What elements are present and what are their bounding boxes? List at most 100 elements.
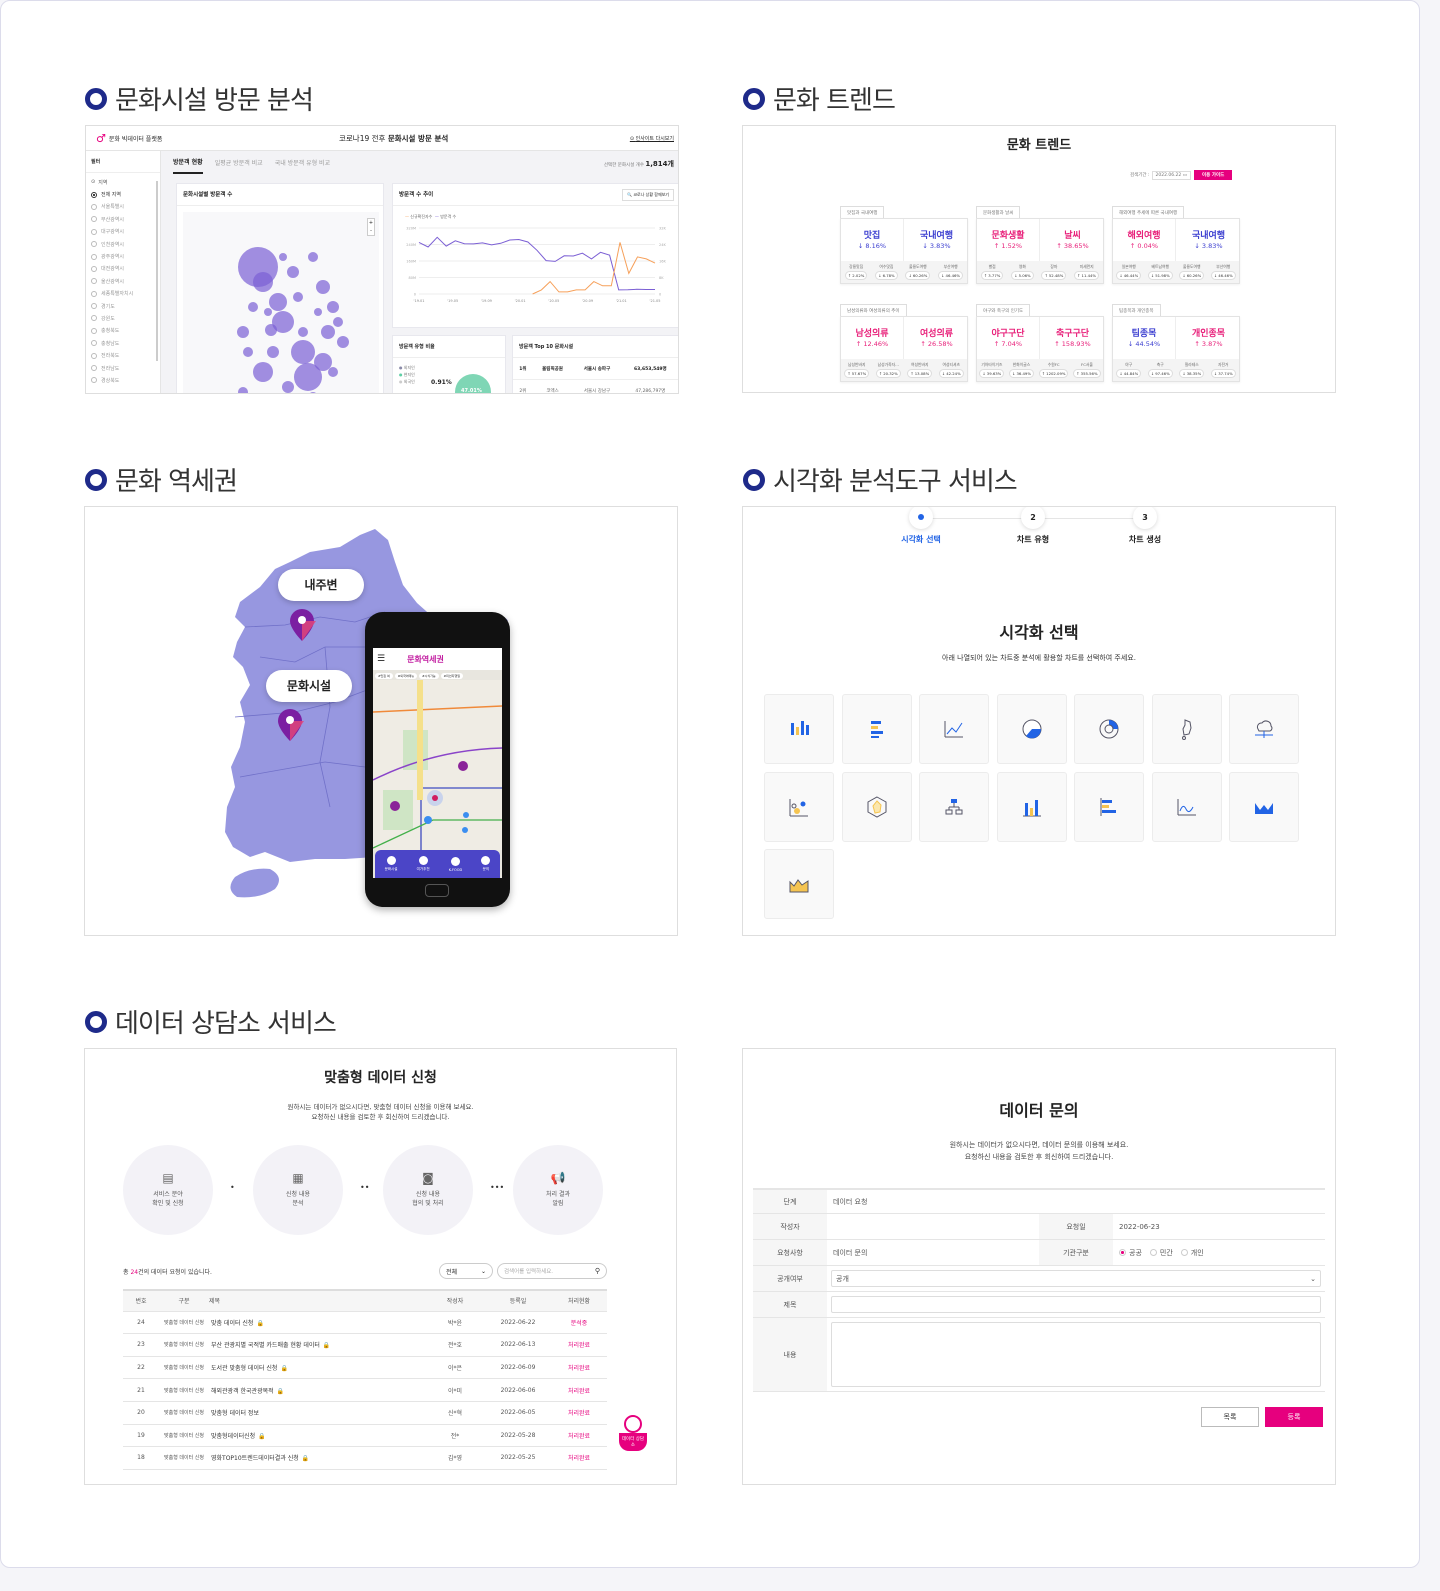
chart-type-tile-bar-horizontal-stacked[interactable]: [1074, 771, 1144, 842]
map-bubble[interactable]: [327, 301, 339, 313]
chart-type-tile-stream[interactable]: [1229, 771, 1299, 842]
region-radio-item[interactable]: 부산광역시: [86, 213, 160, 225]
platform-logo-text[interactable]: 문화 빅데이터 플랫폼: [109, 134, 163, 143]
map-bubble[interactable]: [282, 381, 294, 393]
zoom-in-button[interactable]: +: [368, 219, 374, 227]
map-bubble[interactable]: [294, 363, 322, 391]
map-bubble[interactable]: [337, 336, 349, 348]
chart-type-tile-column[interactable]: [996, 771, 1067, 842]
search-input[interactable]: 검색어를 입력하세요. ⚲: [497, 1263, 607, 1279]
chart-type-tile-tree[interactable]: [919, 771, 989, 842]
trend-card[interactable]: 해외여행 추세에 따른 국내여행 해외여행 ↑ 0.04% 국내여행 ↓ 3.83% 일본…: [1112, 206, 1240, 286]
row-title[interactable]: 영화TOP10트렌드데이터결과 신청 🔒: [209, 1453, 425, 1462]
top10-row[interactable]: 2위 코엑스 서울시 강남구 47,286,797명: [513, 380, 678, 394]
row-title[interactable]: 부산 관광지별 국적별 카드매출 현황 데이터 🔒: [209, 1340, 425, 1349]
region-radio-item[interactable]: 대구광역시: [86, 226, 160, 238]
phone-map[interactable]: [373, 680, 502, 850]
region-radio-item[interactable]: 울산광역시: [86, 275, 160, 287]
trend-card[interactable]: 맛집과 국내여행 맛집 ↓ 8.16% 국내여행 ↓ 3.83% 강릉맛집 ↑ 2.02% 여…: [840, 206, 968, 286]
period-date-input[interactable]: 2022.06.22 ▭: [1151, 170, 1191, 180]
stepper-step[interactable]: 3 차트 생성: [1105, 507, 1185, 545]
chart-type-tile-line[interactable]: [919, 694, 989, 764]
map-bubble[interactable]: [264, 308, 272, 316]
row-title[interactable]: 도서관 맞춤형 데이터 신청 🔒: [209, 1363, 425, 1372]
map-bubble[interactable]: [248, 302, 258, 312]
hashtag-chip[interactable]: #맛집 여: [375, 673, 393, 679]
org-radio-option[interactable]: 민간: [1149, 1248, 1173, 1258]
map-bubble[interactable]: [298, 327, 308, 337]
chart-type-tile-radar[interactable]: [841, 771, 912, 842]
table-row[interactable]: 22 맞춤형 데이터 신청 도서관 맞춤형 데이터 신청 🔒 이*은 2022-06-09…: [123, 1357, 607, 1380]
region-radio-item[interactable]: 세종특별자치시: [86, 288, 160, 300]
row-title[interactable]: 맞춤형 데이터 정보: [209, 1408, 425, 1417]
trend-card-tab[interactable]: 맛집과 국내여행: [840, 206, 885, 218]
map-bubble[interactable]: [321, 325, 335, 339]
map-bubble[interactable]: [333, 317, 343, 327]
hashtag-chip[interactable]: #시식가능: [419, 673, 439, 679]
app-nav-item[interactable]: K-FOOD: [449, 856, 462, 872]
chart-type-tile-cloud-network[interactable]: [1229, 694, 1299, 764]
region-radio-item[interactable]: 강원도: [86, 312, 160, 324]
public-select[interactable]: 공개 ⌄: [831, 1270, 1321, 1287]
chart-type-tile-donut[interactable]: [1074, 694, 1144, 764]
region-radio-item[interactable]: 경상북도: [86, 374, 160, 386]
app-nav-item[interactable]: 여가추천: [417, 856, 430, 872]
chart-type-tile-pie[interactable]: [996, 694, 1067, 764]
map-bubble[interactable]: [267, 346, 279, 358]
chart-type-tile-spline[interactable]: [1151, 771, 1222, 842]
table-row[interactable]: 18 맞춤형 데이터 신청 영화TOP10트렌드데이터결과 신청 🔒 김*영 2022-0…: [123, 1447, 607, 1470]
subject-input[interactable]: [831, 1296, 1321, 1313]
region-radio-item[interactable]: 충청남도: [86, 337, 160, 349]
bubble-map[interactable]: + -: [183, 212, 379, 394]
region-radio-item[interactable]: 전라남도: [86, 362, 160, 374]
table-row[interactable]: 23 맞춤형 데이터 신청 부산 관광지별 국적별 카드매출 현황 데이터 🔒 전*호 2…: [123, 1334, 607, 1357]
tab-visitor-status[interactable]: 방문객 현황: [173, 151, 203, 174]
map-bubble[interactable]: [293, 292, 303, 302]
map-bubble[interactable]: [279, 253, 287, 261]
table-row[interactable]: 20 맞춤형 데이터 신청 맞춤형 데이터 정보 신*혁 2022-06-05 처리완료: [123, 1402, 607, 1425]
map-bubble[interactable]: [308, 252, 318, 262]
tab-daily-compare[interactable]: 일평균 방문객 비교: [215, 158, 263, 167]
table-row[interactable]: 19 맞춤형 데이터 신청 맞춤형데이터신청 🔒 전* 2022-05-28 처리완료: [123, 1425, 607, 1448]
trend-card[interactable]: 야구와 축구의 인기도 야구구단 ↑ 7.04% 축구구단 ↑ 158.93% 기아타이거…: [976, 304, 1104, 384]
table-row[interactable]: 24 맞춤형 데이터 신청 맞춤 데이터 신청 🔒 박*윤 2022-06-22 분석중: [123, 1312, 607, 1335]
map-bubble[interactable]: [243, 347, 253, 357]
chart-type-tile-stacked-bar[interactable]: [764, 694, 834, 764]
map-bubble[interactable]: [238, 387, 248, 394]
region-radio-item[interactable]: 서울특별시: [86, 201, 160, 213]
insight-link[interactable]: ⊙ 인사이트 다시보기: [630, 135, 674, 142]
region-radio-item[interactable]: 충청북도: [86, 325, 160, 337]
stepper-step[interactable]: 2 차트 유형: [993, 507, 1073, 545]
row-title[interactable]: 맞춤 데이터 신청 🔒: [209, 1318, 425, 1327]
map-bubble[interactable]: [291, 340, 315, 364]
trend-card-tab[interactable]: 해외여행 추세에 따른 국내여행: [1112, 206, 1185, 218]
map-bubble[interactable]: [314, 308, 322, 316]
category-select[interactable]: 전체 ⌄: [439, 1263, 493, 1279]
chart-type-tile-area[interactable]: [764, 849, 834, 919]
region-radio-item[interactable]: 경기도: [86, 300, 160, 312]
zoom-out-button[interactable]: -: [368, 227, 374, 235]
consult-floating-badge[interactable]: 데이터 상담소: [619, 1415, 647, 1459]
map-bubble[interactable]: [265, 324, 277, 336]
hashtag-chip[interactable]: #미션지행일: [440, 673, 463, 679]
row-title[interactable]: 해외관광객 한국관광목적 🔒: [209, 1386, 425, 1395]
region-radio-item[interactable]: 광주광역시: [86, 250, 160, 262]
content-textarea[interactable]: [831, 1322, 1321, 1387]
hashtag-chip[interactable]: #외국어메뉴: [394, 673, 418, 679]
table-row[interactable]: 21 맞춤형 데이터 신청 해외관광객 한국관광목적 🔒 이*미 2022-06-06 처리…: [123, 1379, 607, 1402]
usage-guide-button[interactable]: 이용 가이드: [1193, 170, 1233, 180]
region-radio-item[interactable]: 인천광역시: [86, 238, 160, 250]
chart-type-tile-bubble[interactable]: [764, 771, 834, 842]
map-bubble[interactable]: [316, 280, 330, 294]
top10-row[interactable]: 1위 올림픽공원 서울시 송파구 63,653,549명: [513, 358, 678, 380]
map-bubble[interactable]: [253, 362, 273, 382]
list-button[interactable]: 목록: [1201, 1407, 1259, 1427]
map-bubble[interactable]: [328, 367, 338, 377]
region-radio-item[interactable]: 전체 지역: [86, 188, 160, 200]
map-bubble[interactable]: [269, 293, 287, 311]
map-bubble[interactable]: [253, 272, 273, 292]
app-nav-item[interactable]: 문의: [481, 856, 491, 872]
map-bubble[interactable]: [308, 392, 318, 394]
org-radio-option[interactable]: 개인: [1180, 1248, 1204, 1258]
org-radio-option[interactable]: 공공: [1119, 1248, 1142, 1258]
